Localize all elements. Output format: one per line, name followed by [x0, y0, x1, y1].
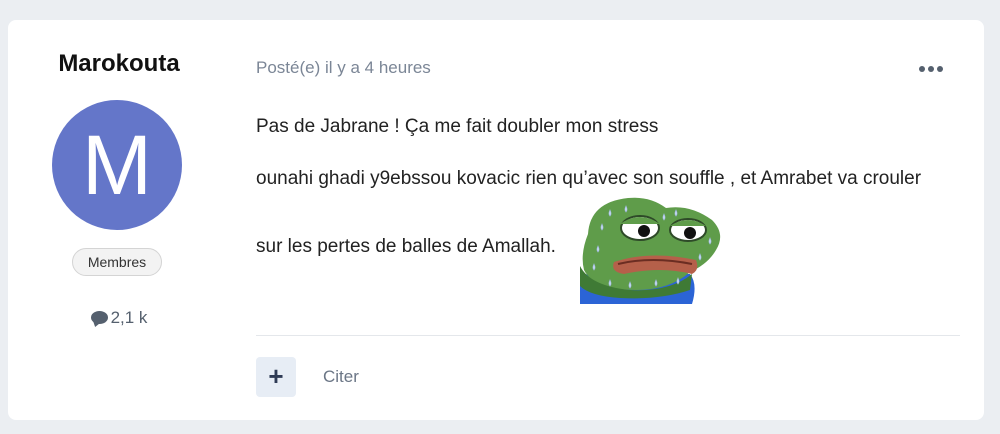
- quote-link[interactable]: Citer: [323, 367, 359, 387]
- avatar[interactable]: M: [52, 100, 182, 230]
- author-name[interactable]: Marokouta: [8, 50, 230, 78]
- author-panel: Marokouta M Membres 2,1 k: [8, 20, 230, 420]
- more-options-icon[interactable]: [918, 62, 944, 76]
- post-line-2: ounahi ghadi y9ebssou kovacic rien qu’av…: [256, 168, 922, 189]
- post-count-value: 2,1 k: [110, 308, 148, 327]
- comment-icon: [90, 311, 108, 324]
- divider: [256, 335, 960, 336]
- post-line-3: sur les pertes de balles de Amallah.: [256, 236, 556, 257]
- multiquote-button[interactable]: +: [256, 357, 296, 397]
- post-timestamp[interactable]: Posté(e) il y a 4 heures: [256, 58, 431, 78]
- group-badge: Membres: [72, 248, 162, 276]
- pepe-emoji-icon: [580, 197, 721, 304]
- post-count: 2,1 k: [8, 308, 230, 328]
- post-card: Marokouta M Membres 2,1 k Posté(e) il y …: [8, 20, 984, 420]
- post-line-1: Pas de Jabrane ! Ça me fait doubler mon …: [256, 116, 659, 137]
